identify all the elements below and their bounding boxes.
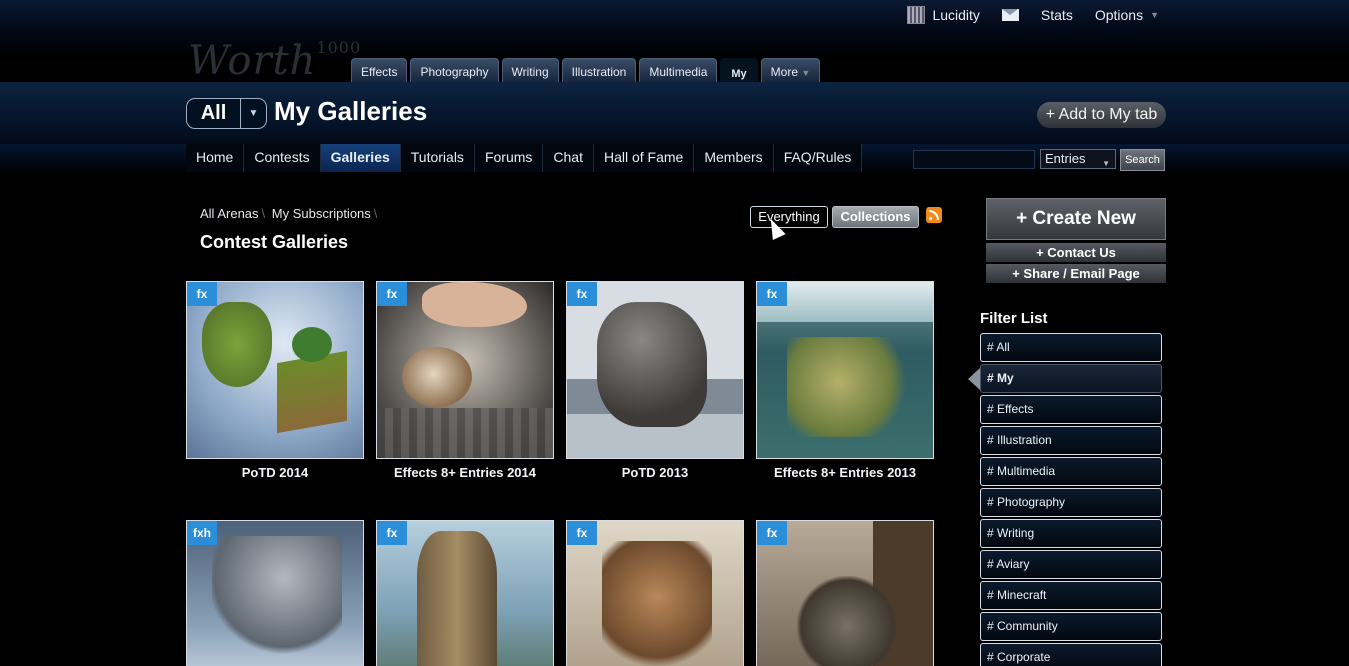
- gallery-tile[interactable]: fx: [376, 520, 554, 666]
- arena-tabs: Effects Photography Writing Illustration…: [351, 58, 821, 83]
- rss-icon[interactable]: [926, 207, 942, 223]
- create-new-button[interactable]: + Create New: [986, 198, 1166, 240]
- active-filter-pointer-icon: [968, 368, 980, 390]
- avatar: [907, 6, 926, 24]
- filter-effects[interactable]: # Effects: [980, 395, 1162, 424]
- category-badge: fx: [377, 521, 407, 545]
- tab-more[interactable]: More ▼: [760, 58, 821, 83]
- tab-multimedia[interactable]: Multimedia: [639, 58, 718, 83]
- breadcrumb: All Arenas \ My Subscriptions \: [200, 206, 378, 221]
- tab-my[interactable]: My: [720, 58, 758, 83]
- top-nav: Lucidity Stats Options ▼: [885, 6, 1159, 24]
- gallery-tile[interactable]: fx: [376, 281, 554, 459]
- search-type-select[interactable]: Entries ▼: [1040, 149, 1116, 169]
- gallery-title[interactable]: Effects 8+ Entries 2013: [756, 465, 934, 480]
- scope-dropdown[interactable]: All ▼: [186, 98, 267, 129]
- gallery-title[interactable]: PoTD 2014: [186, 465, 364, 480]
- gallery-tile[interactable]: fx: [566, 520, 744, 666]
- nav-contests[interactable]: Contests: [244, 144, 321, 172]
- category-badge: fxh: [187, 521, 217, 545]
- user-name: Lucidity: [932, 7, 980, 23]
- messages-link[interactable]: [1001, 9, 1019, 21]
- nav-home[interactable]: Home: [186, 144, 245, 172]
- nav-chat[interactable]: Chat: [543, 144, 594, 172]
- filter-my[interactable]: # My: [980, 364, 1162, 393]
- category-badge: fx: [757, 282, 787, 306]
- filter-minecraft[interactable]: # Minecraft: [980, 581, 1162, 610]
- category-badge: fx: [377, 282, 407, 306]
- tab-effects[interactable]: Effects: [351, 58, 408, 83]
- gallery-tile[interactable]: fx: [186, 281, 364, 459]
- content-title: Contest Galleries: [200, 232, 349, 252]
- breadcrumb-all-arenas[interactable]: All Arenas: [200, 206, 259, 221]
- gallery-tile[interactable]: fxh: [186, 520, 364, 666]
- filter-illustration[interactable]: # Illustration: [980, 426, 1162, 455]
- chevron-down-icon: ▼: [240, 99, 266, 128]
- chevron-down-icon: ▼: [1102, 159, 1110, 168]
- nav-galleries[interactable]: Galleries: [320, 144, 401, 172]
- filter-multimedia[interactable]: # Multimedia: [980, 457, 1162, 486]
- site-logo[interactable]: Worth1000: [188, 38, 361, 84]
- mail-icon: [1001, 9, 1019, 21]
- collections-toggle[interactable]: Collections: [832, 206, 919, 228]
- tab-illustration[interactable]: Illustration: [561, 58, 637, 83]
- everything-toggle[interactable]: Everything: [750, 206, 828, 228]
- user-menu[interactable]: Lucidity: [907, 6, 980, 24]
- gallery-tile[interactable]: fx: [756, 520, 934, 666]
- nav-forums[interactable]: Forums: [475, 144, 544, 172]
- category-badge: fx: [567, 521, 597, 545]
- chevron-down-icon: ▼: [801, 68, 811, 78]
- stats-label: Stats: [1040, 7, 1073, 23]
- filter-corporate[interactable]: # Corporate: [980, 643, 1162, 666]
- search-button[interactable]: Search: [1120, 149, 1165, 171]
- chevron-down-icon: ▼: [1150, 10, 1159, 20]
- filter-writing[interactable]: # Writing: [980, 519, 1162, 548]
- gallery-title[interactable]: PoTD 2013: [566, 465, 744, 480]
- nav-tutorials[interactable]: Tutorials: [401, 144, 475, 172]
- breadcrumb-my-subscriptions[interactable]: My Subscriptions: [272, 206, 371, 221]
- stats-link[interactable]: Stats: [1041, 7, 1073, 23]
- filter-all[interactable]: # All: [980, 333, 1162, 362]
- filter-photography[interactable]: # Photography: [980, 488, 1162, 517]
- filter-aviary[interactable]: # Aviary: [980, 550, 1162, 579]
- page-title: My Galleries: [274, 96, 428, 126]
- share-email-button[interactable]: + Share / Email Page: [986, 264, 1166, 283]
- scope-label: All: [200, 102, 227, 124]
- gallery-tile[interactable]: fx: [566, 281, 744, 459]
- category-badge: fx: [567, 282, 597, 306]
- nav-hall-of-fame[interactable]: Hall of Fame: [594, 144, 695, 172]
- filter-community[interactable]: # Community: [980, 612, 1162, 641]
- search-input[interactable]: [913, 150, 1035, 169]
- tab-photography[interactable]: Photography: [410, 58, 499, 83]
- contact-us-button[interactable]: + Contact Us: [986, 243, 1166, 262]
- main-nav: Home Contests Galleries Tutorials Forums…: [186, 144, 863, 172]
- category-badge: fx: [187, 282, 217, 306]
- options-label: Options: [1094, 7, 1144, 23]
- nav-members[interactable]: Members: [694, 144, 774, 172]
- tab-writing[interactable]: Writing: [501, 58, 559, 83]
- gallery-tile[interactable]: fx: [756, 281, 934, 459]
- options-menu[interactable]: Options ▼: [1095, 7, 1159, 23]
- add-to-my-tab-button[interactable]: + Add to My tab: [1037, 102, 1166, 128]
- category-badge: fx: [757, 521, 787, 545]
- gallery-title[interactable]: Effects 8+ Entries 2014: [376, 465, 554, 480]
- nav-faq-rules[interactable]: FAQ/Rules: [774, 144, 863, 172]
- filter-list-title: Filter List: [980, 310, 1048, 327]
